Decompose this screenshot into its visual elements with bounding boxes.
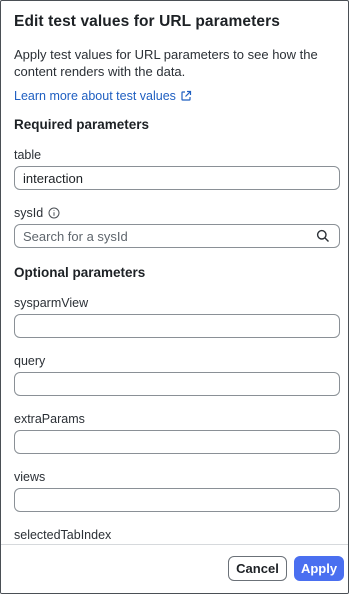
dialog-description: Apply test values for URL parameters to … xyxy=(14,47,318,79)
extraparams-label: extraParams xyxy=(14,412,85,426)
learn-more-link[interactable]: Learn more about test values xyxy=(14,89,192,103)
query-input[interactable] xyxy=(14,372,340,396)
table-label: table xyxy=(14,148,42,162)
external-link-icon xyxy=(181,90,192,101)
required-parameters-heading: Required parameters xyxy=(14,117,150,132)
sysid-label: sysId xyxy=(14,206,44,220)
views-label: views xyxy=(14,470,46,484)
sysparmview-label: sysparmView xyxy=(14,296,89,310)
query-label: query xyxy=(14,354,46,368)
optional-parameters-heading: Optional parameters xyxy=(14,265,146,280)
sysparmview-input[interactable] xyxy=(14,314,340,338)
sysid-search-input[interactable] xyxy=(14,224,340,248)
dialog-footer: Cancel Apply xyxy=(1,544,348,593)
dialog-body[interactable]: Edit test values for URL parameters Appl… xyxy=(1,1,348,545)
edit-test-values-dialog: Edit test values for URL parameters Appl… xyxy=(0,0,349,594)
apply-button[interactable]: Apply xyxy=(294,556,344,581)
selectedtabindex-label: selectedTabIndex xyxy=(14,528,112,542)
cancel-button[interactable]: Cancel xyxy=(228,556,287,581)
views-input[interactable] xyxy=(14,488,340,512)
search-icon[interactable] xyxy=(316,229,330,243)
learn-more-label: Learn more about test values xyxy=(14,89,176,103)
sysid-label-row: sysId xyxy=(14,206,60,220)
info-icon[interactable] xyxy=(48,207,60,219)
extraparams-input[interactable] xyxy=(14,430,340,454)
sysid-search-field xyxy=(14,224,340,248)
dialog-title: Edit test values for URL parameters xyxy=(14,13,280,30)
table-input[interactable] xyxy=(14,166,340,190)
